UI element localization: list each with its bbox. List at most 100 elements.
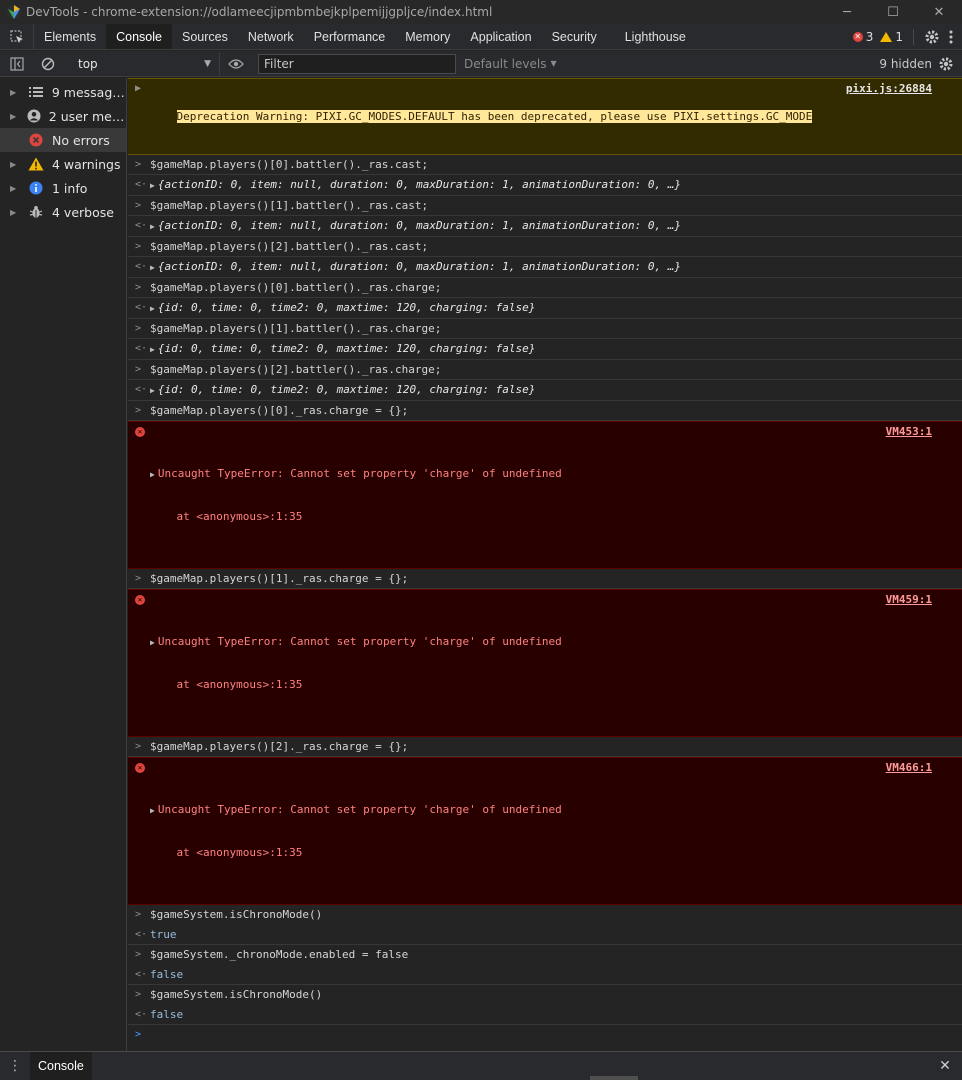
horizontal-scrollbar[interactable] [590,1076,638,1080]
console-result[interactable]: <· ▶ {actionID: 0, item: null, duration: 0… [128,175,962,196]
command-text: $gameMap.players()[2]._ras.charge = {}; [150,740,409,753]
console-result[interactable]: <· ▶ {id: 0, time: 0, time2: 0, maxtime: 1… [128,339,962,360]
sidebar-item-user-messages[interactable]: ▶ 2 user mess... [0,104,126,128]
list-icon [28,84,44,100]
eye-icon [228,58,244,69]
close-window-button[interactable]: ✕ [916,0,962,24]
maximize-button[interactable]: ☐ [870,0,916,24]
context-selector[interactable]: top ▼ [70,52,220,75]
console-input[interactable]: > $gameSystem.isChronoMode() [128,905,962,925]
expand-arrow-icon[interactable]: ▶ [150,345,155,354]
result-arrow-icon: <· [135,220,148,231]
command-text: $gameMap.players()[1].battler()._ras.cas… [150,199,429,212]
filter-input[interactable]: Filter [258,53,456,74]
input-prompt-icon: > [135,909,142,920]
console-warning[interactable]: ▶ Deprecation Warning: PIXI.GC_MODES.DEF… [128,78,962,155]
tab-sources[interactable]: Sources [172,24,238,49]
result-arrow-icon: <· [135,261,148,272]
sidebar-item-messages[interactable]: ▶ 9 messages [0,80,126,104]
console-input[interactable]: > $gameMap.players()[0].battler()._ras.ca… [128,155,962,175]
console-result: <· true [128,925,962,945]
drawer-tab-console[interactable]: Console [30,1052,92,1080]
source-link[interactable]: VM466:1 [886,761,932,775]
command-text: $gameMap.players()[2].battler()._ras.cha… [150,363,442,376]
expand-arrow-icon[interactable]: ▶ [135,82,141,96]
warning-count: 1 [895,29,903,44]
console-input[interactable]: > $gameMap.players()[2].battler()._ras.ch… [128,360,962,380]
command-text: $gameSystem._chronoMode.enabled = false [150,948,409,961]
source-link[interactable]: VM453:1 [886,425,932,439]
expand-arrow-icon[interactable]: ▶ [10,88,20,97]
console-error[interactable]: ✕ ▶ Uncaught TypeError: Cannot set proper… [128,421,962,569]
result-value: false [150,1008,184,1021]
console-settings-gear-icon[interactable] [938,56,954,72]
sidebar-item-info[interactable]: ▶ 1 info [0,176,126,200]
object-preview: {actionID: 0, item: null, duration: 0, m… [157,219,682,232]
tab-security[interactable]: Security [542,24,607,49]
expand-arrow-icon[interactable]: ▶ [10,160,20,169]
expand-arrow-icon[interactable]: ▶ [150,222,155,231]
expand-arrow-icon[interactable]: ▶ [150,263,155,272]
expand-arrow-icon[interactable]: ▶ [150,470,155,479]
object-preview: {id: 0, time: 0, time2: 0, maxtime: 120,… [157,301,536,314]
window-controls: ─ ☐ ✕ [824,0,962,24]
input-prompt-icon: > [135,573,142,584]
inspect-element-button[interactable] [0,24,34,49]
console-input[interactable]: > $gameSystem._chronoMode.enabled = false [128,945,962,965]
console-result[interactable]: <· ▶ {actionID: 0, item: null, duration: 0… [128,216,962,237]
tab-network[interactable]: Network [238,24,304,49]
info-icon [28,180,44,196]
expand-arrow-icon[interactable]: ▶ [150,806,155,815]
sidebar-item-errors[interactable]: No errors [0,128,126,152]
tab-lighthouse[interactable]: Lighthouse [607,24,696,49]
more-options-icon[interactable] [946,29,956,45]
tab-performance[interactable]: Performance [304,24,396,49]
console-input[interactable]: > $gameMap.players()[0].battler()._ras.ch… [128,278,962,298]
tab-console[interactable]: Console [106,24,172,49]
console-input[interactable]: > $gameMap.players()[2]._ras.charge = {}; [128,737,962,757]
expand-arrow-icon[interactable]: ▶ [10,184,20,193]
console-input[interactable]: > $gameMap.players()[2].battler()._ras.ca… [128,237,962,257]
console-input[interactable]: > $gameMap.players()[1].battler()._ras.ch… [128,319,962,339]
sidebar-toggle-button[interactable] [0,51,34,77]
console-input[interactable]: > $gameSystem.isChronoMode() [128,985,962,1005]
clear-console-button[interactable] [34,51,62,77]
console-result[interactable]: <· ▶ {actionID: 0, item: null, duration: 0… [128,257,962,278]
expand-arrow-icon[interactable]: ▶ [150,386,155,395]
close-icon[interactable]: ✕ [928,1058,962,1074]
sidebar-item-warnings[interactable]: ▶ 4 warnings [0,152,126,176]
dropdown-arrow-icon: ▼ [550,59,557,68]
issues-counter[interactable]: ✕ 3 1 [852,29,903,44]
expand-arrow-icon[interactable]: ▶ [150,638,155,647]
console-input[interactable]: > $gameMap.players()[1]._ras.charge = {}; [128,569,962,589]
console-error[interactable]: ✕ ▶ Uncaught TypeError: Cannot set proper… [128,757,962,905]
block-icon [41,57,55,70]
log-levels-dropdown[interactable]: Default levels ▼ [464,57,557,71]
sidebar-item-verbose[interactable]: ▶ 4 verbose [0,200,126,224]
tab-memory[interactable]: Memory [395,24,460,49]
console-prompt[interactable]: > [128,1025,962,1045]
user-icon [27,108,41,124]
drawer-menu-icon[interactable]: ⋮ [0,1058,30,1074]
live-expression-button[interactable] [220,51,252,77]
console-input[interactable]: > $gameMap.players()[1].battler()._ras.ca… [128,196,962,216]
tab-elements[interactable]: Elements [34,24,106,49]
expand-arrow-icon[interactable]: ▶ [10,208,20,217]
console-result[interactable]: <· ▶ {id: 0, time: 0, time2: 0, maxtime: 1… [128,380,962,401]
gear-icon[interactable] [924,29,940,45]
expand-arrow-icon[interactable]: ▶ [150,181,155,190]
minimize-button[interactable]: ─ [824,0,870,24]
console-result[interactable]: <· ▶ {id: 0, time: 0, time2: 0, maxtime: 1… [128,298,962,319]
input-prompt-icon: > [135,364,142,375]
expand-arrow-icon[interactable]: ▶ [150,304,155,313]
source-link[interactable]: pixi.js:26884 [846,82,932,96]
tab-application[interactable]: Application [460,24,541,49]
error-icon: ✕ [135,427,145,437]
object-preview: {actionID: 0, item: null, duration: 0, m… [157,178,682,191]
expand-arrow-icon[interactable]: ▶ [10,112,19,121]
console-error[interactable]: ✕ ▶ Uncaught TypeError: Cannot set proper… [128,589,962,737]
console-input[interactable]: > $gameMap.players()[0]._ras.charge = {}; [128,401,962,421]
source-link[interactable]: VM459:1 [886,593,932,607]
input-prompt-icon: > [135,241,142,252]
command-text: $gameMap.players()[1].battler()._ras.cha… [150,322,442,335]
